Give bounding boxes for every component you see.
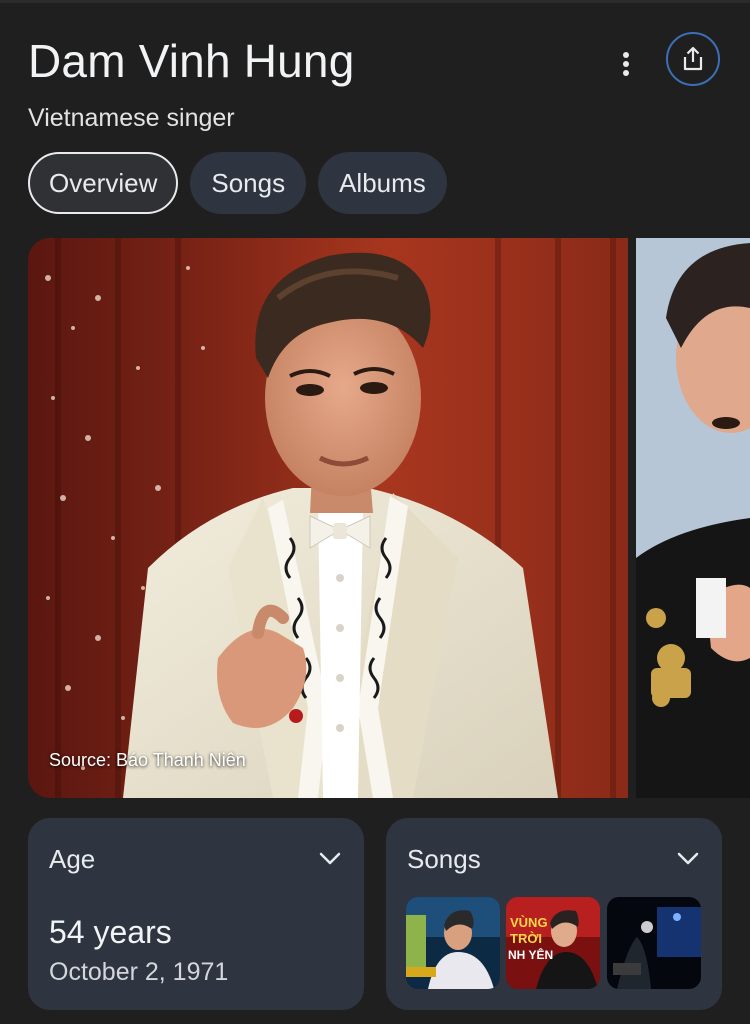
chevron-down-icon[interactable] — [318, 848, 342, 868]
share-icon — [683, 46, 703, 71]
status-divider — [0, 0, 750, 3]
songs-card[interactable]: Songs VÙNG TRỜI NH YÊN — [386, 818, 722, 1010]
tab-overview[interactable]: Overview — [28, 152, 179, 214]
tab-albums-label: Albums — [339, 167, 426, 198]
main-photo[interactable] — [28, 238, 628, 798]
tab-bar: Overview Songs Albums — [28, 152, 447, 214]
second-photo[interactable] — [636, 238, 750, 798]
song-thumbnail-2-text-3: NH YÊN — [508, 947, 553, 962]
tab-songs[interactable]: Songs — [190, 152, 307, 214]
songs-card-title: Songs — [407, 844, 481, 874]
age-card[interactable]: Age 54 years October 2, 1971 — [28, 818, 364, 1010]
image-source-caption: Source: Báo Thanh Niên — [49, 750, 246, 770]
tab-albums[interactable]: Albums — [318, 152, 447, 214]
song-thumbnail-2[interactable]: VÙNG TRỜI NH YÊN — [506, 897, 600, 989]
birth-date: October 2, 1971 — [49, 958, 229, 986]
tab-songs-label: Songs — [211, 167, 286, 198]
age-card-title: Age — [49, 844, 96, 874]
chevron-down-icon[interactable] — [676, 848, 700, 868]
tab-overview-label: Overview — [49, 167, 158, 198]
page-title: Dam Vinh Hung — [28, 35, 355, 87]
share-button[interactable] — [666, 32, 720, 86]
song-thumbnail-3[interactable] — [607, 897, 701, 989]
song-thumbnail-1-image — [406, 897, 500, 989]
more-options-button[interactable] — [606, 44, 646, 84]
song-thumbnail-1[interactable] — [406, 897, 500, 989]
song-thumbnail-2-image: VÙNG TRỜI NH YÊN — [506, 897, 600, 989]
song-thumbnail-3-image — [607, 897, 701, 989]
song-thumbnail-2-text-2: TRỜI — [510, 931, 542, 946]
age-value: 54 years — [49, 914, 172, 950]
song-thumbnail-2-text-1: VÙNG — [510, 915, 548, 930]
more-vert-icon — [623, 52, 629, 76]
page-subtitle: Vietnamese singer — [28, 104, 235, 132]
second-photo-illustration — [636, 238, 750, 798]
main-photo-illustration — [28, 238, 628, 798]
